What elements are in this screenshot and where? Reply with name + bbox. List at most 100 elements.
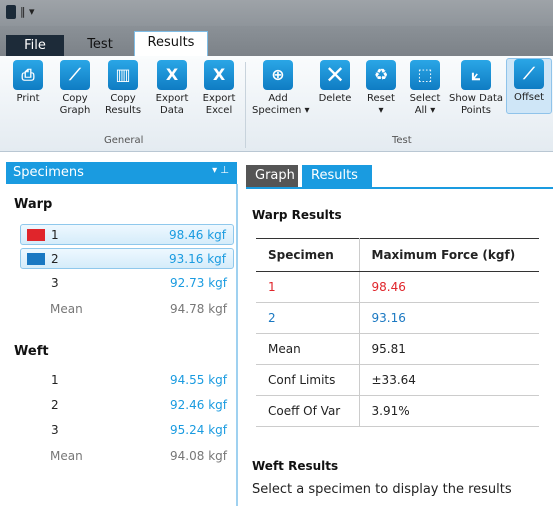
copy-results-label: Copy Results [104,93,142,116]
specimen-row-weft-2[interactable]: 2 92.46 kgf [20,395,234,416]
specimen-value: 92.73 kgf [170,276,227,290]
weft-heading: Weft [14,344,49,359]
specimen-number: 3 [51,276,59,290]
weft-mean-row: Mean 94.08 kgf [20,446,234,467]
tab-graph[interactable]: Graph [246,165,298,187]
table-row: Conf Limits ±33.64 [256,364,539,396]
cell-specimen: Mean [256,333,360,365]
specimen-row-warp-2[interactable]: 2 93.16 kgf [20,248,234,269]
specimen-value: 98.46 kgf [169,228,226,242]
panel-pin-icon[interactable]: ▾ ⊥ [212,165,229,176]
weft-results-note: Select a specimen to display the results [252,482,512,497]
cell-value: 3.91% [359,395,539,427]
reset-icon: ♻ [366,60,396,90]
offset-icon: ⟋ [514,59,544,89]
group-test-label: Test [392,135,412,146]
copy-graph-icon: ⟋ [60,60,90,90]
ribbon: ⎙ Print ⟋ Copy Graph ▥ Copy Results X Ex… [0,56,553,152]
reset-button[interactable]: ♻ Reset ▾ [358,60,404,117]
select-all-icon: ⬚ [410,60,440,90]
add-specimen-icon: ⊕ [263,60,293,90]
copy-results-icon: ▥ [108,60,138,90]
results-tabs: Graph Results [246,165,553,189]
warp-heading: Warp [14,197,53,212]
cell-value: 95.81 [359,333,539,365]
tab-results-view[interactable]: Results [302,165,372,187]
data-points-icon: ⟀ [461,60,491,90]
cell-value: ±33.64 [359,364,539,396]
copy-results-button[interactable]: ▥ Copy Results [100,60,146,117]
col-max-force: Maximum Force (kgf) [359,238,539,272]
specimen-color-swatch [27,253,45,265]
table-row: 2 93.16 [256,302,539,334]
specimen-value: 93.16 kgf [169,252,226,266]
pane-divider[interactable] [236,184,238,506]
tab-test[interactable]: Test [74,34,126,56]
table-row: Coeff Of Var 3.91% [256,395,539,427]
specimen-row-weft-1[interactable]: 1 94.55 kgf [20,370,234,391]
print-button[interactable]: ⎙ Print [5,60,51,105]
table-header: Specimen Maximum Force (kgf) [256,238,539,272]
mean-value: 94.08 kgf [170,449,227,463]
export-data-button[interactable]: X Export Data [149,60,195,117]
select-all-label: Select All ▾ [409,93,441,116]
table-row: Mean 95.81 [256,333,539,365]
reset-label: Reset ▾ [367,93,395,116]
specimen-row-weft-3[interactable]: 3 95.24 kgf [20,420,234,441]
mean-label: Mean [50,449,83,463]
specimen-number: 2 [51,398,59,412]
col-specimen: Specimen [256,238,360,272]
offset-button[interactable]: ⟋ Offset [506,58,552,114]
print-label: Print [16,93,40,104]
excel-icon: X [204,60,234,90]
excel-icon: X [157,60,187,90]
delete-icon: ✕ [320,60,350,90]
select-all-button[interactable]: ⬚ Select All ▾ [402,60,448,117]
cell-specimen: Conf Limits [256,364,360,396]
export-data-label: Export Data [155,93,189,116]
quick-access-toolbar[interactable]: ‖ ▾ [20,5,35,18]
delete-button[interactable]: ✕ Delete [312,60,358,105]
show-data-points-button[interactable]: ⟀ Show Data Points [448,60,504,117]
specimen-value: 92.46 kgf [170,398,227,412]
copy-graph-label: Copy Graph [59,93,91,116]
group-general-label: General [104,135,144,146]
specimen-row-warp-3[interactable]: 3 92.73 kgf [20,273,234,294]
add-specimen-label: Add Specimen ▾ [252,93,310,116]
specimen-row-warp-1[interactable]: 1 98.46 kgf [20,224,234,245]
show-data-points-label: Show Data Points [448,93,504,116]
specimen-number: 1 [51,373,59,387]
printer-icon: ⎙ [13,60,43,90]
specimens-title: Specimens [13,165,84,180]
warp-results-table: Specimen Maximum Force (kgf) 1 98.46 2 9… [256,238,539,427]
ribbon-separator [245,62,246,148]
mean-value: 94.78 kgf [170,302,227,316]
cell-specimen: 1 [256,271,360,303]
warp-results-title: Warp Results [252,208,342,222]
specimen-value: 94.55 kgf [170,373,227,387]
table-row: 1 98.46 [256,271,539,303]
app-icon [6,5,16,19]
export-excel-button[interactable]: X Export Excel [196,60,242,117]
title-bar: ‖ ▾ [0,0,553,26]
export-excel-label: Export Excel [202,93,236,116]
tab-results[interactable]: Results [134,31,208,56]
copy-graph-button[interactable]: ⟋ Copy Graph [52,60,98,117]
cell-specimen: 2 [256,302,360,334]
ribbon-tabs: File Test Results [0,26,553,56]
cell-specimen: Coeff Of Var [256,395,360,427]
add-specimen-button[interactable]: ⊕ Add Specimen ▾ [252,60,310,117]
weft-results-title: Weft Results [252,459,339,473]
specimen-value: 95.24 kgf [170,423,227,437]
delete-label: Delete [318,93,352,104]
specimens-panel-header: Specimens ▾ ⊥ [6,162,237,184]
specimen-number: 3 [51,423,59,437]
specimen-number: 1 [51,228,59,242]
specimen-color-swatch [27,229,45,241]
mean-label: Mean [50,302,83,316]
tab-file[interactable]: File [6,35,64,56]
offset-label: Offset [513,92,545,103]
warp-mean-row: Mean 94.78 kgf [20,299,234,320]
cell-value: 93.16 [359,302,539,334]
cell-value: 98.46 [359,271,539,303]
